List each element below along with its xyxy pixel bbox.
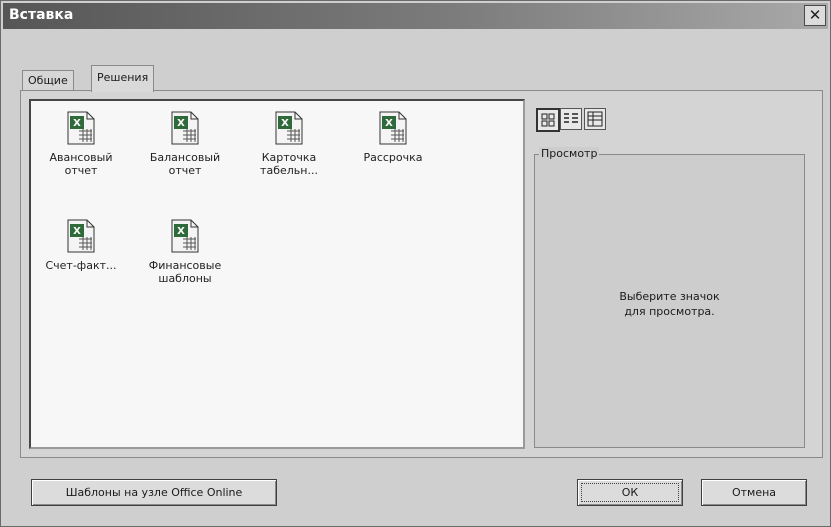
excel-template-icon: X [379,111,407,145]
template-item-balance-report[interactable]: X Балансовый отчет [137,111,233,177]
template-item-timesheet-card[interactable]: X Карточка табельн... [241,111,337,177]
tab-solutions[interactable]: Решения [91,65,155,92]
tab-general[interactable]: Общие [22,70,74,91]
list-view-button[interactable] [560,108,582,130]
svg-text:X: X [177,118,185,129]
template-label: Финансовые шаблоны [148,259,222,285]
svg-text:X: X [73,118,81,129]
svg-text:X: X [281,118,289,129]
tab-general-label: Общие [28,74,68,87]
excel-template-icon: X [67,111,95,145]
tab-solutions-label: Решения [97,71,149,84]
template-item-installment[interactable]: X Рассрочка [345,111,441,164]
details-icon [587,111,603,127]
large-icons-view-button[interactable] [536,108,560,132]
title-bar[interactable]: Вставка ✕ [3,3,828,29]
template-label: Авансовый отчет [49,151,113,177]
cancel-button[interactable]: Отмена [701,479,807,506]
template-label: Счет-факт... [45,259,117,272]
template-item-advance-report[interactable]: X Авансовый отчет [33,111,129,177]
template-label: Карточка табельн... [260,151,318,177]
close-icon: ✕ [808,6,822,24]
office-online-templates-button[interactable]: Шаблоны на узле Office Online [31,479,277,506]
svg-text:X: X [177,226,185,237]
close-button[interactable]: ✕ [804,5,826,26]
preview-legend: Просмотр [539,147,600,160]
template-item-invoice[interactable]: X Счет-факт... [33,219,129,272]
large-icons-icon [541,113,555,127]
excel-template-icon: X [275,111,303,145]
template-item-financial-templates[interactable]: X Финансовые шаблоны [137,219,233,285]
template-icon-view[interactable]: X Авансовый отчет X Балансовый отчет X К… [29,99,525,449]
svg-text:X: X [385,118,393,129]
ok-button[interactable]: ОК [577,479,683,506]
svg-text:X: X [73,226,81,237]
list-icon [564,113,578,123]
preview-group: Просмотр Выберите значок для просмотра. [534,147,805,448]
insert-dialog: Вставка ✕ Общие Решения X Авансовый отче… [0,0,831,527]
tab-panel: X Авансовый отчет X Балансовый отчет X К… [20,90,823,458]
excel-template-icon: X [67,219,95,253]
window-title: Вставка [9,7,74,23]
excel-template-icon: X [171,111,199,145]
template-label: Балансовый отчет [149,151,221,177]
template-label: Рассрочка [363,151,423,164]
details-view-button[interactable] [584,108,606,130]
excel-template-icon: X [171,219,199,253]
preview-hint: Выберите значок для просмотра. [619,290,720,318]
